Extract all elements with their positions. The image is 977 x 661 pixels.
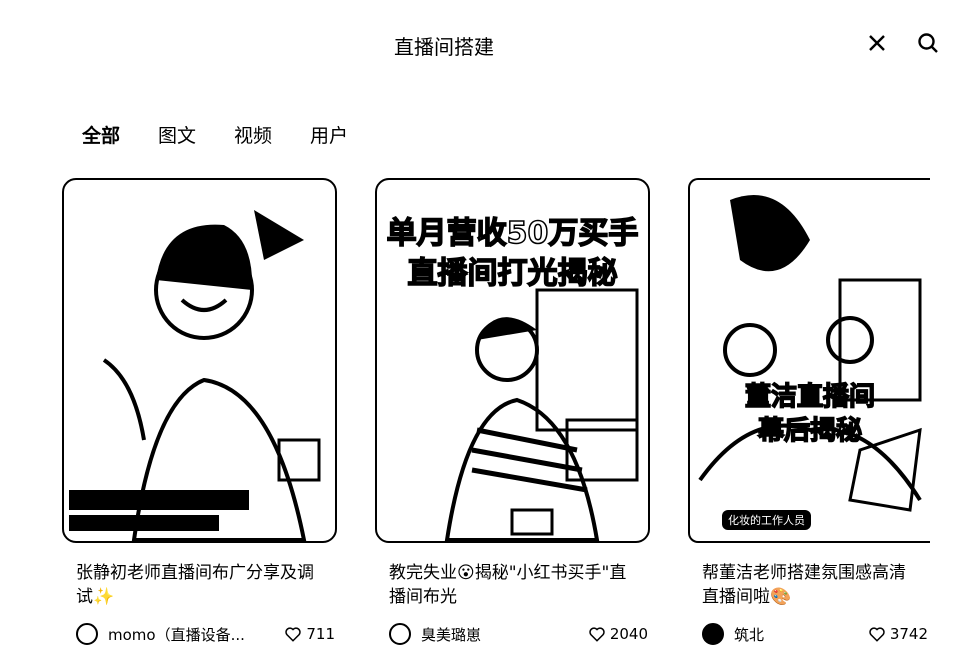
top-bar: 直播间搭建 [0,0,977,90]
tab-video[interactable]: 视频 [234,121,272,148]
overlay-headline: 单月营收50万买手 [386,215,639,252]
card-thumbnail[interactable]: 单月营收50万买手 直播间打光揭秘 [375,178,650,543]
thumbnail-image [698,195,922,512]
card-caption[interactable]: 张静初老师直播间布广分享及调试✨ [62,561,335,611]
filter-tabs: 全部 图文 视频 用户 [82,121,348,148]
thumbnail-image [69,210,321,541]
search-query-title: 直播间搭建 [394,35,494,59]
avatar[interactable] [389,623,411,645]
card-thumbnail[interactable] [62,178,337,543]
like-count: 711 [306,625,335,643]
result-card[interactable]: 张静初老师直播间布广分享及调试✨ momo（直播设备... 711 [62,178,337,645]
result-card[interactable]: 董洁直播间 幕后揭秘 化妆的工作人员 帮董洁老师搭建氛围感高清直播间啦🎨 筑北 … [688,178,930,645]
tab-all[interactable]: 全部 [82,121,120,148]
like-count: 3742 [889,625,928,643]
heart-icon [589,627,605,642]
overlay-subheadline: 直播间打光揭秘 [407,255,619,292]
avatar[interactable] [76,623,98,645]
card-thumbnail[interactable]: 董洁直播间 幕后揭秘 化妆的工作人员 [688,178,930,543]
card-caption[interactable]: 帮董洁老师搭建氛围感高清直播间啦🎨 [688,561,928,611]
overlay-headline: 董洁直播间 [744,381,876,413]
card-meta: 筑北 3742 [688,623,928,645]
results-grid: 张静初老师直播间布广分享及调试✨ momo（直播设备... 711 单月营收50… [62,178,930,645]
avatar[interactable] [702,623,724,645]
card-meta: momo（直播设备... 711 [62,623,335,645]
like-button[interactable]: 711 [284,625,335,643]
like-count: 2040 [609,625,648,643]
author-name[interactable]: 臭美璐崽 [421,624,561,645]
like-button[interactable]: 3742 [868,625,928,643]
author-name[interactable]: 筑北 [734,624,868,645]
heart-icon [869,627,885,642]
card-caption[interactable]: 教完失业😮揭秘"小红书买手"直播间布光 [375,561,648,611]
overlay-subheadline: 幕后揭秘 [757,415,863,447]
tab-image-text[interactable]: 图文 [158,121,196,148]
close-icon [869,35,885,51]
overlay-tag: 化妆的工作人员 [722,510,811,530]
like-button[interactable]: 2040 [588,625,648,643]
tab-users[interactable]: 用户 [310,121,348,148]
author-name[interactable]: momo（直播设备... [108,624,248,645]
close-button[interactable] [862,28,892,58]
search-icon [918,33,938,53]
heart-icon [285,627,302,642]
result-card[interactable]: 单月营收50万买手 直播间打光揭秘 教完失业😮揭秘"小红书买手"直播间布光 臭美… [375,178,650,645]
search-button[interactable] [913,28,943,58]
card-meta: 臭美璐崽 2040 [375,623,648,645]
